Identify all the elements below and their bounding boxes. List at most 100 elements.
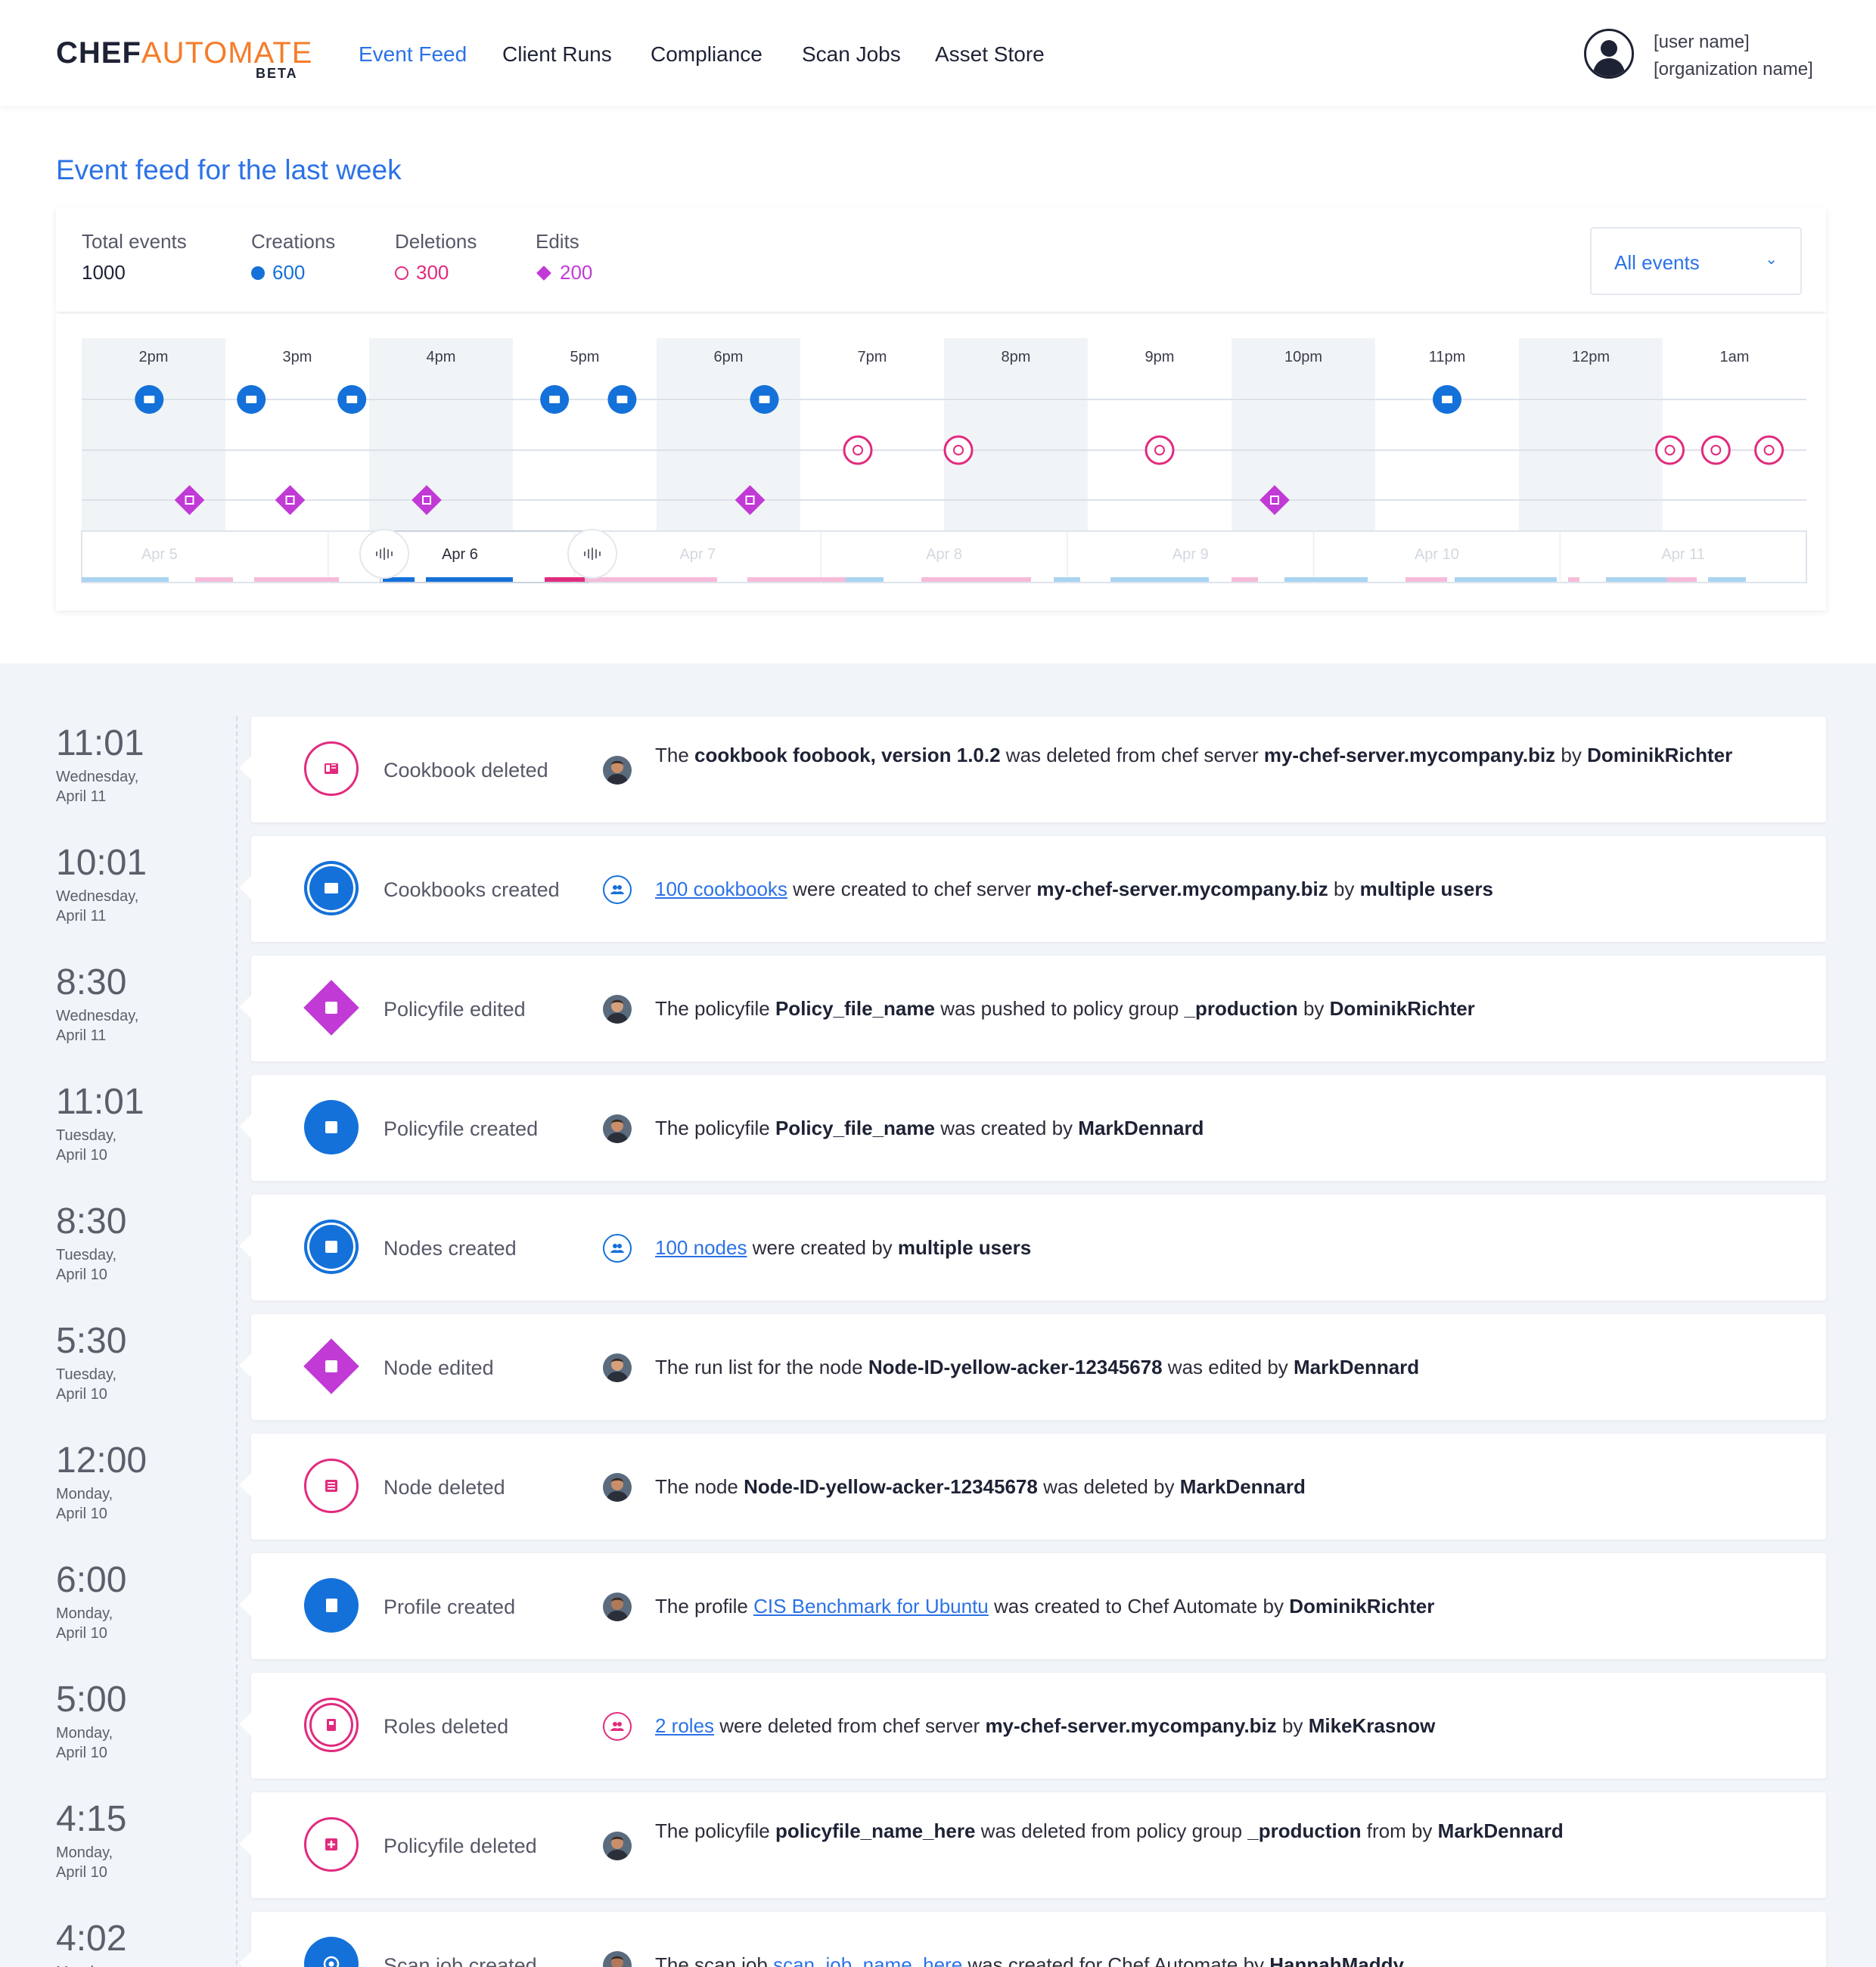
nav-compliance[interactable]: Compliance [651, 42, 763, 67]
event-card[interactable]: Node deleted The node Node-ID-yellow-acke… [251, 1434, 1826, 1540]
logo-chef-text: CHEF [56, 36, 141, 70]
navigator-drag-handle-icon[interactable] [567, 529, 617, 579]
event-text: by [1297, 997, 1330, 1020]
event-link[interactable]: 100 cookbooks [655, 878, 787, 900]
total-events-stat: Total events 1000 [82, 230, 187, 284]
nav-asset-store[interactable]: Asset Store [935, 42, 1045, 67]
event-type-label: Profile created [384, 1596, 516, 1618]
day-label: Apr 6 [442, 546, 478, 563]
event-time: 11:01 [56, 1082, 144, 1122]
cookbook-deleted-icon [304, 741, 359, 796]
edits-stat[interactable]: Edits 200 [536, 230, 592, 284]
event-description: The policyfile Policy_file_name was push… [655, 994, 1790, 1023]
user-name: [user name] [1654, 32, 1750, 52]
hour-tick-label: 12pm [1572, 349, 1610, 365]
timeline-svg: 2pm 3pm 4pm 5pm 6pm 7pm 8pm 9pm 10pm 11pm 12pm 1am A… [81, 338, 1807, 583]
hour-band [1519, 338, 1663, 531]
day-label: Apr 8 [926, 546, 962, 563]
profile-created-icon [304, 1578, 359, 1633]
event-card[interactable]: Cookbooks created 100 cookbooks were crea… [251, 836, 1826, 942]
activity-bar [1405, 577, 1447, 582]
user-avatar [603, 995, 632, 1024]
deletions-circle-icon [395, 266, 408, 280]
top-navigation-bar: CHEFAUTOMATE BETA Event Feed Client Runs… [0, 0, 1876, 106]
activity-bar [921, 577, 1031, 582]
event-type-label: Node edited [384, 1356, 494, 1379]
event-card[interactable]: Policyfile created The policyfile Policy_… [251, 1075, 1826, 1181]
navigator-drag-handle-icon[interactable] [359, 529, 409, 579]
event-link[interactable]: CIS Benchmark for Ubuntu [753, 1595, 989, 1617]
event-timestamp: 6:00 Monday, April 10 [56, 1559, 169, 1643]
policyfile-created-icon [304, 1100, 359, 1154]
event-date: April 10 [56, 1506, 107, 1522]
event-text: by [1555, 744, 1588, 766]
event-card[interactable]: Nodes created 100 nodes were created by m… [251, 1195, 1826, 1300]
event-text: The node [655, 1475, 744, 1498]
event-link[interactable]: 2 roles [655, 1714, 714, 1737]
event-card[interactable]: Policyfile deleted The policyfile policyf… [251, 1792, 1826, 1898]
event-timeline-chart: 2pm 3pm 4pm 5pm 6pm 7pm 8pm 9pm 10pm 11pm 12pm 1am A… [56, 314, 1826, 611]
event-filter-dropdown[interactable]: All events ⌄ [1590, 227, 1802, 295]
event-type-label: Policyfile created [384, 1117, 539, 1140]
event-date: April 10 [56, 1625, 107, 1642]
event-day: Tuesday, [56, 1247, 117, 1263]
event-time: 8:30 [56, 1201, 127, 1241]
event-description: The node Node-ID-yellow-acker-12345678 w… [655, 1472, 1790, 1501]
event-text: from by [1361, 1819, 1438, 1842]
multiple-users-icon [603, 875, 632, 904]
event-description: The cookbook foobook, version 1.0.2 was … [655, 741, 1790, 769]
creations-stat[interactable]: Creations 600 [251, 230, 335, 284]
event-card[interactable]: Roles deleted 2 roles were deleted from c… [251, 1673, 1826, 1779]
nav-event-feed[interactable]: Event Feed [359, 42, 467, 67]
event-time: 8:30 [56, 962, 127, 1002]
event-timestamp: 12:00 Monday, April 10 [56, 1440, 169, 1524]
activity-bar [1666, 577, 1697, 582]
event-text: The policyfile [655, 997, 775, 1020]
edit-point [275, 485, 306, 515]
event-day: Tuesday, [56, 1366, 117, 1383]
event-day: Wednesday, [56, 1008, 139, 1024]
event-feed-list: 11:01 Wednesday, April 11 Cookbook deleted T… [0, 663, 1876, 1967]
creations-dot-icon [251, 266, 265, 280]
user-avatar [603, 1951, 632, 1967]
event-link[interactable]: scan_job_name_here [773, 1953, 962, 1967]
event-entity: DominikRichter [1587, 744, 1733, 766]
event-date: April 11 [56, 1027, 107, 1044]
nav-scan-jobs[interactable]: Scan Jobs [802, 42, 901, 67]
event-card[interactable]: Scan job created The scan job scan_job_na… [251, 1912, 1826, 1967]
event-card[interactable]: Policyfile edited The policyfile Policy_f… [251, 956, 1826, 1061]
event-day: Monday, [56, 1605, 113, 1622]
deletions-stat[interactable]: Deletions 300 [395, 230, 477, 284]
event-entity: MarkDennard [1179, 1475, 1306, 1498]
event-entity: my-chef-server.mycompany.biz [1036, 878, 1328, 900]
hour-tick-label: 4pm [427, 349, 456, 365]
event-time: 11:01 [56, 723, 144, 763]
event-date: April 10 [56, 1147, 107, 1164]
event-text: was created to Chef Automate by [988, 1595, 1290, 1617]
multiple-users-icon [603, 1234, 632, 1263]
event-entity: Node-ID-yellow-acker-12345678 [744, 1475, 1038, 1498]
event-text: was pushed to policy group [934, 997, 1185, 1020]
hour-tick-label: 6pm [714, 349, 744, 365]
event-text: was created by [934, 1117, 1079, 1139]
user-avatar [603, 1114, 632, 1143]
event-card[interactable]: Node edited The run list for the node Nod… [251, 1314, 1826, 1420]
event-day: Monday, [56, 1486, 113, 1502]
user-info[interactable]: [user name] [organization name] [1654, 29, 1813, 83]
event-type-label: Policyfile edited [384, 998, 526, 1021]
creations-label: Creations [251, 230, 336, 253]
policyfile-deleted-icon [304, 1817, 359, 1872]
event-card[interactable]: Cookbook deleted The cookbook foobook, ve… [251, 716, 1826, 822]
activity-bar [1708, 577, 1746, 582]
event-text: The [655, 744, 695, 766]
nav-client-runs[interactable]: Client Runs [502, 42, 612, 67]
event-entity: DominikRichter [1329, 997, 1475, 1020]
user-avatar-icon[interactable] [1584, 29, 1634, 79]
event-link[interactable]: 100 nodes [655, 1236, 747, 1259]
deletion-point [1145, 435, 1175, 465]
activity-bar [1568, 577, 1579, 582]
event-description: The scan job scan_job_name_here was crea… [655, 1950, 1790, 1967]
activity-bar [1455, 577, 1557, 582]
event-description: The profile CIS Benchmark for Ubuntu was… [655, 1592, 1790, 1621]
event-card[interactable]: Profile created The profile CIS Benchmark… [251, 1553, 1826, 1659]
